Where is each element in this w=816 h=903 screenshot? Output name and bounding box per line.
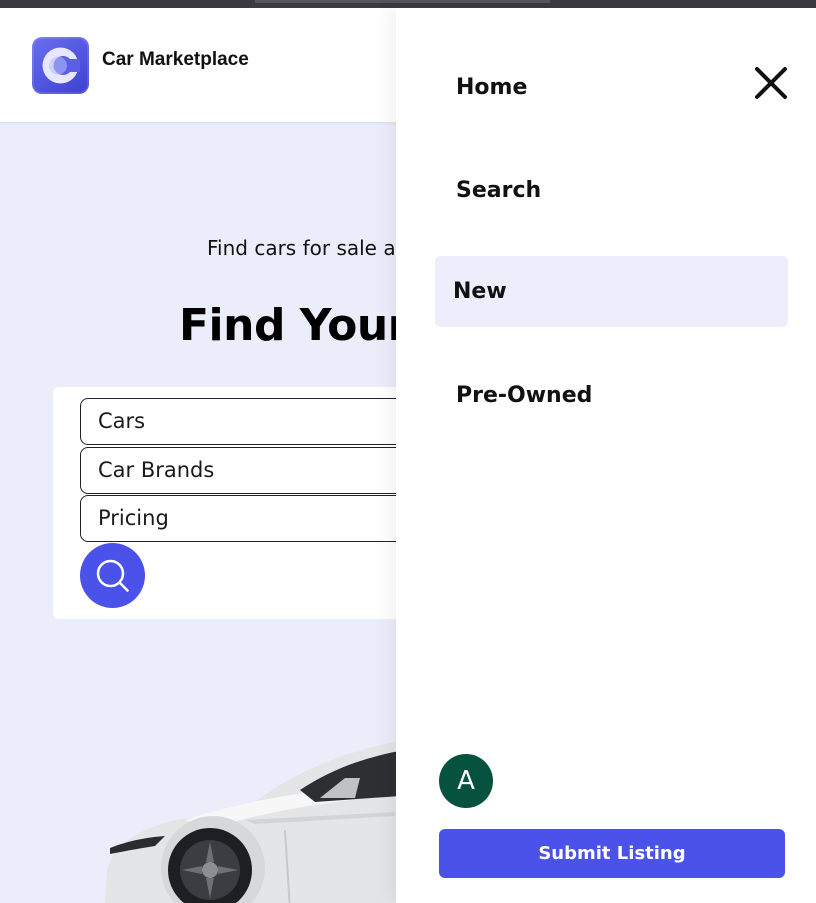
app-name[interactable]: Car Marketplace [102, 48, 262, 71]
menu-item-pre-owned[interactable]: Pre-Owned [435, 360, 788, 431]
app-logo-icon[interactable] [32, 37, 89, 94]
search-button[interactable] [80, 543, 145, 608]
nav-drawer: Home Search New Pre-Owned A Submit Listi… [396, 8, 816, 903]
search-icon [96, 559, 129, 592]
hero-heading: Find Your [179, 300, 409, 351]
menu-item-search[interactable]: Search [435, 155, 788, 226]
browser-tab-bar [255, 0, 550, 3]
submit-listing-button[interactable]: Submit Listing [439, 829, 785, 878]
close-icon [755, 67, 787, 99]
menu-item-new[interactable]: New [435, 256, 788, 327]
hero-tagline: Find cars for sale a [207, 236, 396, 260]
car-image [105, 740, 415, 903]
menu-item-home[interactable]: Home [435, 52, 788, 123]
user-avatar[interactable]: A [439, 754, 493, 808]
close-button[interactable] [752, 64, 790, 102]
browser-top-strip [0, 0, 816, 8]
